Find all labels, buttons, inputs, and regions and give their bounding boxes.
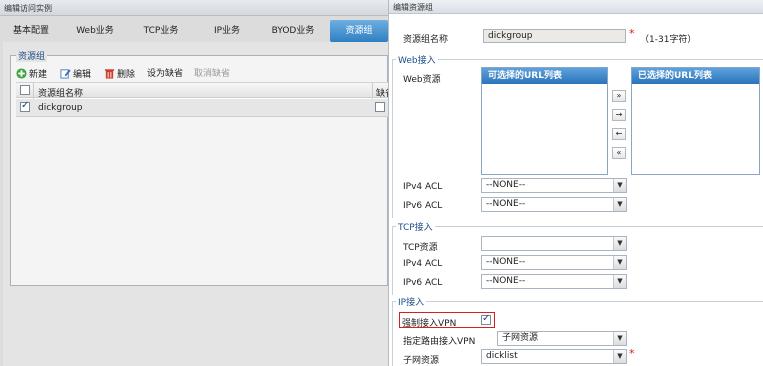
tcp-access-legend: TCP接入	[396, 220, 435, 233]
delete-label: 删除	[117, 70, 136, 80]
web-ipv4-acl-select[interactable]: --NONE-- ▼	[481, 178, 627, 193]
group-name-hint: （1-31字符）	[640, 35, 697, 45]
tab-basic-config[interactable]: 基本配置	[2, 20, 60, 42]
tab-bar: 基本配置 Web业务 TCP业务 IP业务 BYOD业务 资源组	[0, 20, 388, 42]
subnet-resource-value: dicklist	[486, 351, 518, 361]
group-name-label: 资源组名称	[403, 35, 449, 45]
chevron-down-icon: ▼	[613, 256, 626, 269]
move-left-button[interactable]: ←	[612, 128, 626, 140]
move-all-left-button[interactable]: «	[612, 147, 626, 159]
tcp-ipv6-acl-value: --NONE--	[486, 276, 526, 286]
chevron-down-icon: ▼	[613, 275, 626, 288]
chevron-down-icon: ▼	[613, 237, 626, 250]
chevron-down-icon: ▼	[613, 198, 626, 211]
web-access-legend: Web接入	[396, 53, 438, 66]
window-title: 编辑访问实例	[4, 4, 52, 13]
tcp-ipv4-acl-label: IPv4 ACL	[403, 259, 443, 269]
web-ipv6-acl-value: --NONE--	[486, 199, 526, 209]
group-legend: 资源组	[16, 49, 48, 62]
edit-button[interactable]: 编辑	[60, 68, 91, 80]
web-ipv4-acl-label: IPv4 ACL	[403, 182, 443, 192]
table-header: 资源组名称 缺省	[16, 82, 394, 99]
available-url-header: 可选择的URL列表	[482, 68, 607, 84]
subnet-resource-select[interactable]: dicklist ▼	[481, 349, 627, 364]
required-mark: *	[629, 27, 635, 40]
new-label: 新建	[29, 70, 48, 80]
edit-label: 编辑	[73, 70, 92, 80]
tab-resource-group[interactable]: 资源组	[330, 20, 388, 42]
web-ipv4-acl-value: --NONE--	[486, 180, 526, 190]
window-titlebar: 编辑访问实例	[0, 0, 388, 16]
tab-byod-service[interactable]: BYOD业务	[262, 20, 324, 42]
trash-icon	[104, 69, 115, 79]
available-url-list[interactable]: 可选择的URL列表	[481, 67, 608, 175]
cancel-default-button[interactable]: 取消缺省	[194, 68, 230, 80]
web-ipv6-acl-select[interactable]: --NONE-- ▼	[481, 197, 627, 212]
web-resource-label: Web资源	[403, 75, 441, 85]
tcp-ipv4-acl-value: --NONE--	[486, 257, 526, 267]
col-header-name: 资源组名称	[38, 89, 84, 99]
chevron-down-icon: ▼	[613, 350, 626, 363]
delete-button[interactable]: 删除	[104, 68, 135, 80]
move-right-button[interactable]: →	[612, 109, 626, 121]
selected-url-header: 已选择的URL列表	[632, 68, 759, 84]
tcp-ipv4-acl-select[interactable]: --NONE-- ▼	[481, 255, 627, 270]
tab-web-service[interactable]: Web业务	[64, 20, 126, 42]
tcp-ipv6-acl-select[interactable]: --NONE-- ▼	[481, 274, 627, 289]
select-all-checkbox[interactable]	[20, 85, 30, 95]
tcp-resource-label: TCP资源	[403, 243, 438, 253]
new-button[interactable]: 新建	[16, 68, 47, 80]
chevron-down-icon: ▼	[613, 179, 626, 192]
set-default-button[interactable]: 设为缺省	[147, 68, 183, 80]
row-group-name: dickgroup	[38, 103, 83, 113]
required-mark: *	[629, 347, 635, 360]
route-vpn-value: 子网资源	[502, 333, 539, 343]
subnet-resource-label: 子网资源	[403, 356, 440, 366]
add-icon	[16, 68, 27, 79]
tcp-ipv6-acl-label: IPv6 ACL	[403, 278, 443, 288]
ip-access-legend: IP接入	[396, 295, 427, 308]
move-all-right-button[interactable]: »	[612, 90, 626, 102]
web-ipv6-acl-label: IPv6 ACL	[403, 201, 443, 211]
tab-tcp-service[interactable]: TCP业务	[130, 20, 192, 42]
access-instance-window: 编辑访问实例 基本配置 Web业务 TCP业务 IP业务 BYOD业务 资源组 …	[0, 0, 394, 366]
resource-group-table: 资源组名称 缺省 dickgroup	[16, 82, 394, 117]
dialog-titlebar: 编辑资源组	[389, 0, 763, 14]
row-checkbox[interactable]	[20, 100, 30, 112]
force-vpn-label: 强制接入VPN	[402, 319, 457, 329]
selected-url-list[interactable]: 已选择的URL列表	[631, 67, 760, 175]
route-vpn-select[interactable]: 子网资源 ▼	[497, 331, 627, 346]
dialog-title: 编辑资源组	[393, 3, 433, 12]
force-vpn-checkbox[interactable]	[481, 313, 491, 325]
table-row[interactable]: dickgroup	[16, 99, 388, 117]
edit-resource-group-dialog: 编辑资源组 资源组名称 dickgroup * （1-31字符） Web接入 W…	[388, 0, 763, 366]
row-default-checkbox[interactable]	[375, 102, 385, 112]
tcp-resource-select[interactable]: ▼	[481, 236, 627, 251]
edit-icon	[60, 69, 71, 79]
tab-ip-service[interactable]: IP业务	[196, 20, 258, 42]
route-vpn-label: 指定路由接入VPN	[403, 337, 476, 347]
group-name-field[interactable]: dickgroup	[483, 29, 626, 43]
chevron-down-icon: ▼	[613, 332, 626, 345]
